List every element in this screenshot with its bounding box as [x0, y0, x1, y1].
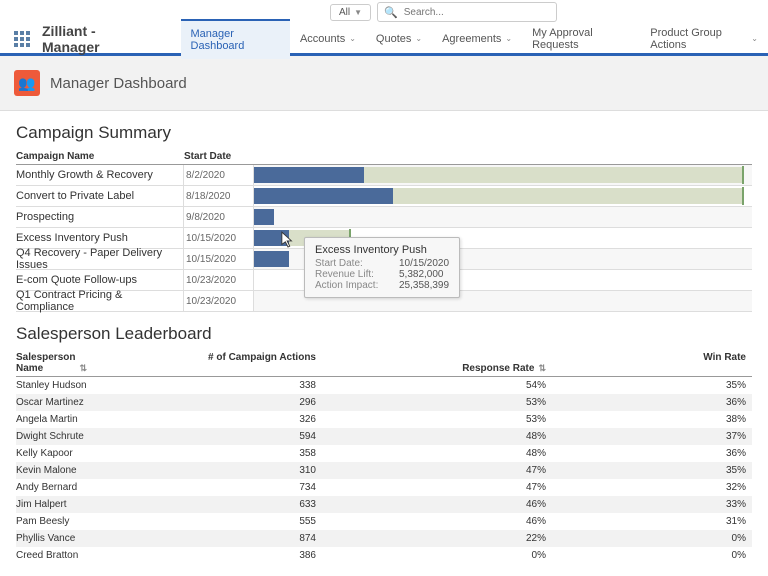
- campaign-date: 8/18/2020: [184, 186, 254, 206]
- nav-item[interactable]: Quotes⌄: [366, 19, 432, 59]
- col-actions[interactable]: # of Campaign Actions: [136, 350, 316, 376]
- col-win-rate[interactable]: Win Rate: [546, 350, 752, 376]
- nav-item[interactable]: Agreements⌄: [432, 19, 522, 59]
- campaign-name: E-com Quote Follow-ups: [16, 270, 184, 290]
- campaign-name: Excess Inventory Push: [16, 228, 184, 248]
- campaign-row[interactable]: Prospecting9/8/2020: [16, 207, 752, 228]
- leaderboard-row[interactable]: Andy Bernard73447%32%: [16, 479, 752, 496]
- leaderboard-row[interactable]: Dwight Schrute59448%37%: [16, 428, 752, 445]
- page-title: Manager Dashboard: [50, 75, 187, 92]
- leaderboard-row[interactable]: Kevin Malone31047%35%: [16, 462, 752, 479]
- leaderboard-row[interactable]: Jim Halpert63346%33%: [16, 496, 752, 513]
- sort-icon: ⇅: [538, 363, 546, 374]
- nav-item[interactable]: Product Group Actions⌄: [640, 19, 768, 59]
- sort-icon: ⇅: [79, 363, 87, 374]
- dashboard-icon: 👥: [14, 70, 40, 96]
- col-response-rate[interactable]: Response Rate⇅: [316, 350, 546, 376]
- search-icon: 🔍: [384, 6, 398, 19]
- campaign-row[interactable]: Monthly Growth & Recovery8/2/2020: [16, 165, 752, 186]
- campaign-tooltip: Excess Inventory PushStart Date:10/15/20…: [304, 237, 460, 298]
- chevron-down-icon: ⌄: [349, 34, 356, 43]
- campaign-table-header: Campaign Name Start Date: [16, 149, 752, 165]
- page-header: 👥 Manager Dashboard: [0, 56, 768, 111]
- campaign-row[interactable]: Convert to Private Label8/18/2020: [16, 186, 752, 207]
- campaign-date: 10/15/2020: [184, 228, 254, 248]
- campaign-name: Monthly Growth & Recovery: [16, 165, 184, 185]
- campaign-date: 8/2/2020: [184, 165, 254, 185]
- campaign-bar: [254, 207, 752, 227]
- leaderboard-row[interactable]: Angela Martin32653%38%: [16, 411, 752, 428]
- app-launcher-icon[interactable]: [14, 31, 30, 47]
- main-nav: Zilliant - Manager Manager DashboardAcco…: [0, 24, 768, 56]
- leaderboard-row[interactable]: Stanley Hudson33854%35%: [16, 377, 752, 394]
- campaign-name: Q1 Contract Pricing & Compliance: [16, 291, 184, 311]
- chevron-down-icon: ⌄: [751, 34, 758, 43]
- col-campaign-name[interactable]: Campaign Name: [16, 149, 184, 164]
- search-input[interactable]: [404, 7, 550, 18]
- leaderboard-section: Salesperson Leaderboard SalespersonName⇅…: [0, 312, 768, 564]
- campaign-bar: [254, 186, 752, 206]
- campaign-name: Q4 Recovery - Paper Delivery Issues: [16, 249, 184, 269]
- section-title: Campaign Summary: [16, 123, 752, 143]
- campaign-name: Prospecting: [16, 207, 184, 227]
- col-start-date[interactable]: Start Date: [184, 149, 254, 164]
- leaderboard-row[interactable]: Oscar Martinez29653%36%: [16, 394, 752, 411]
- nav-item[interactable]: Manager Dashboard: [181, 19, 290, 59]
- campaign-date: 10/23/2020: [184, 291, 254, 311]
- campaign-name: Convert to Private Label: [16, 186, 184, 206]
- campaign-summary-section: Campaign Summary Campaign Name Start Dat…: [0, 111, 768, 312]
- nav-item[interactable]: Accounts⌄: [290, 19, 366, 59]
- chevron-down-icon: ▼: [354, 8, 362, 17]
- chevron-down-icon: ⌄: [505, 34, 512, 43]
- chevron-down-icon: ⌄: [415, 34, 422, 43]
- col-salesperson[interactable]: SalespersonName⇅: [16, 350, 136, 376]
- leaderboard-row[interactable]: Pam Beesly55546%31%: [16, 513, 752, 530]
- leaderboard-row[interactable]: Kelly Kapoor35848%36%: [16, 445, 752, 462]
- campaign-bar: [254, 165, 752, 185]
- campaign-date: 10/23/2020: [184, 270, 254, 290]
- leaderboard-row[interactable]: Phyllis Vance87422%0%: [16, 530, 752, 547]
- leaderboard-header: SalespersonName⇅ # of Campaign Actions R…: [16, 350, 752, 377]
- nav-item[interactable]: My Approval Requests: [522, 19, 640, 59]
- app-brand: Zilliant - Manager: [42, 23, 151, 55]
- section-title: Salesperson Leaderboard: [16, 324, 752, 344]
- leaderboard-row[interactable]: Creed Bratton3860%0%: [16, 547, 752, 564]
- campaign-date: 10/15/2020: [184, 249, 254, 269]
- campaign-date: 9/8/2020: [184, 207, 254, 227]
